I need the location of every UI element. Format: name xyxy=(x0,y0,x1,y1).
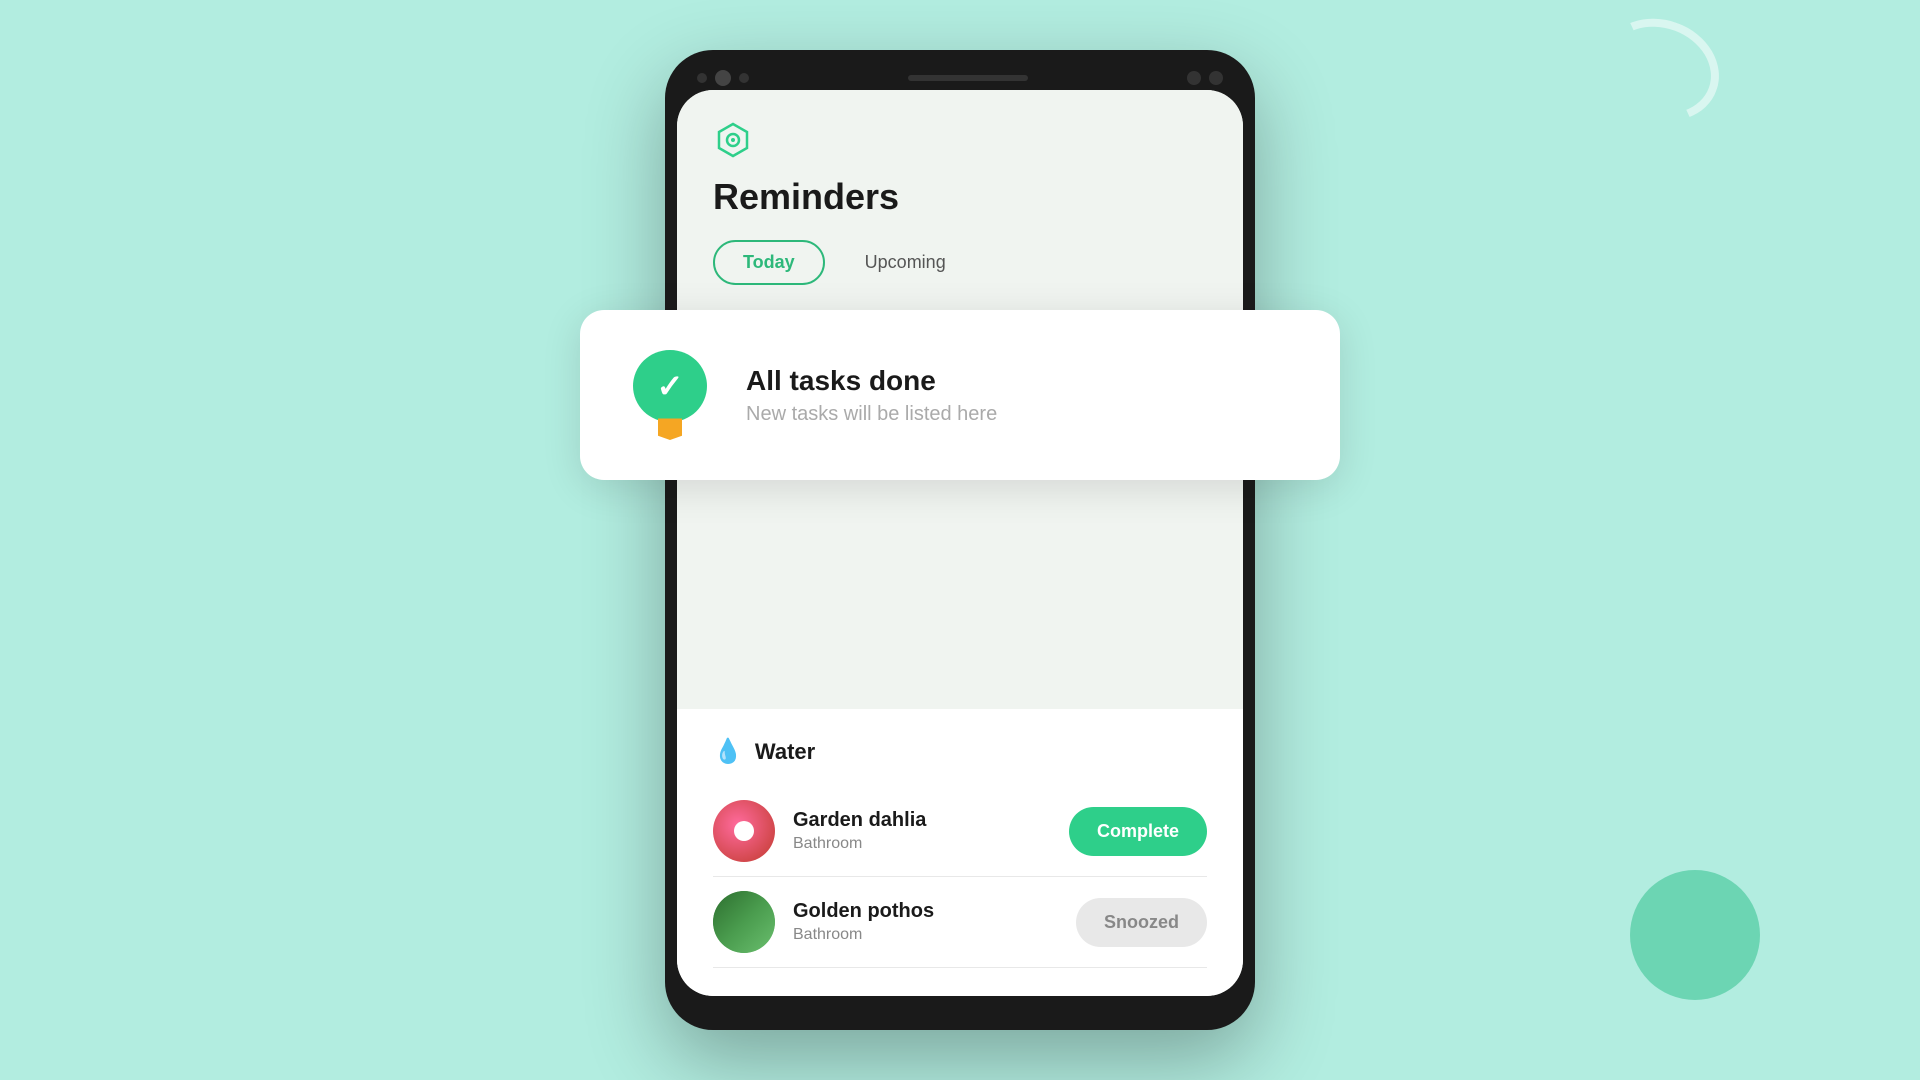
plant-name-dahlia: Garden dahlia xyxy=(793,809,1051,832)
tabs-row: Today Upcoming xyxy=(713,240,1207,285)
tasks-done-subtitle: New tasks will be listed here xyxy=(746,403,997,426)
badge-shape: ✓ xyxy=(633,350,707,422)
phone-top-bar xyxy=(677,62,1243,90)
phone-dot-2 xyxy=(715,70,731,86)
section-title: Water xyxy=(755,739,815,765)
phone-right-dots xyxy=(1187,71,1223,85)
water-icon: 💧 xyxy=(713,737,743,766)
water-section: 💧 Water Garden dahlia Bathroom Complete xyxy=(677,709,1243,996)
complete-button-dahlia[interactable]: Complete xyxy=(1069,807,1207,856)
dahlia-center xyxy=(734,821,754,841)
badge-icon: ✓ xyxy=(630,350,710,440)
tasks-done-text: All tasks done New tasks will be listed … xyxy=(746,365,997,426)
plant-item-dahlia: Garden dahlia Bathroom Complete xyxy=(713,786,1207,877)
phone-dot-1 xyxy=(697,73,707,83)
plant-info-dahlia: Garden dahlia Bathroom xyxy=(793,809,1051,853)
app-top-section: Reminders Today Upcoming xyxy=(677,90,1243,305)
plant-item-pothos: Golden pothos Bathroom Snoozed xyxy=(713,877,1207,968)
phone-screen: Reminders Today Upcoming 💧 Water xyxy=(677,90,1243,996)
tab-upcoming[interactable]: Upcoming xyxy=(845,242,966,283)
section-header: 💧 Water xyxy=(713,737,1207,766)
tasks-done-title: All tasks done xyxy=(746,365,997,397)
all-tasks-done-card: ✓ All tasks done New tasks will be liste… xyxy=(580,310,1340,480)
snoozed-button-pothos[interactable]: Snoozed xyxy=(1076,898,1207,947)
phone-dot-3 xyxy=(739,73,749,83)
plant-avatar-pothos xyxy=(713,891,775,953)
plant-avatar-dahlia xyxy=(713,800,775,862)
app-title: Reminders xyxy=(713,176,1207,218)
bg-circle-decoration xyxy=(1630,870,1760,1000)
bg-curl-decoration xyxy=(1587,2,1734,137)
phone-right-dot-2 xyxy=(1209,71,1223,85)
phone-center-bar xyxy=(908,75,1028,81)
plant-info-pothos: Golden pothos Bathroom xyxy=(793,900,1058,944)
plant-location-dahlia: Bathroom xyxy=(793,835,1051,853)
badge-ribbon xyxy=(658,418,682,440)
tab-today[interactable]: Today xyxy=(713,240,825,285)
phone-left-dots xyxy=(697,70,749,86)
plant-location-pothos: Bathroom xyxy=(793,926,1058,944)
app-icon xyxy=(713,120,753,160)
phone-frame: Reminders Today Upcoming 💧 Water xyxy=(665,50,1255,1030)
phone-right-dot-1 xyxy=(1187,71,1201,85)
dahlia-inner xyxy=(713,800,775,862)
plant-name-pothos: Golden pothos xyxy=(793,900,1058,923)
check-mark-icon: ✓ xyxy=(657,370,684,402)
